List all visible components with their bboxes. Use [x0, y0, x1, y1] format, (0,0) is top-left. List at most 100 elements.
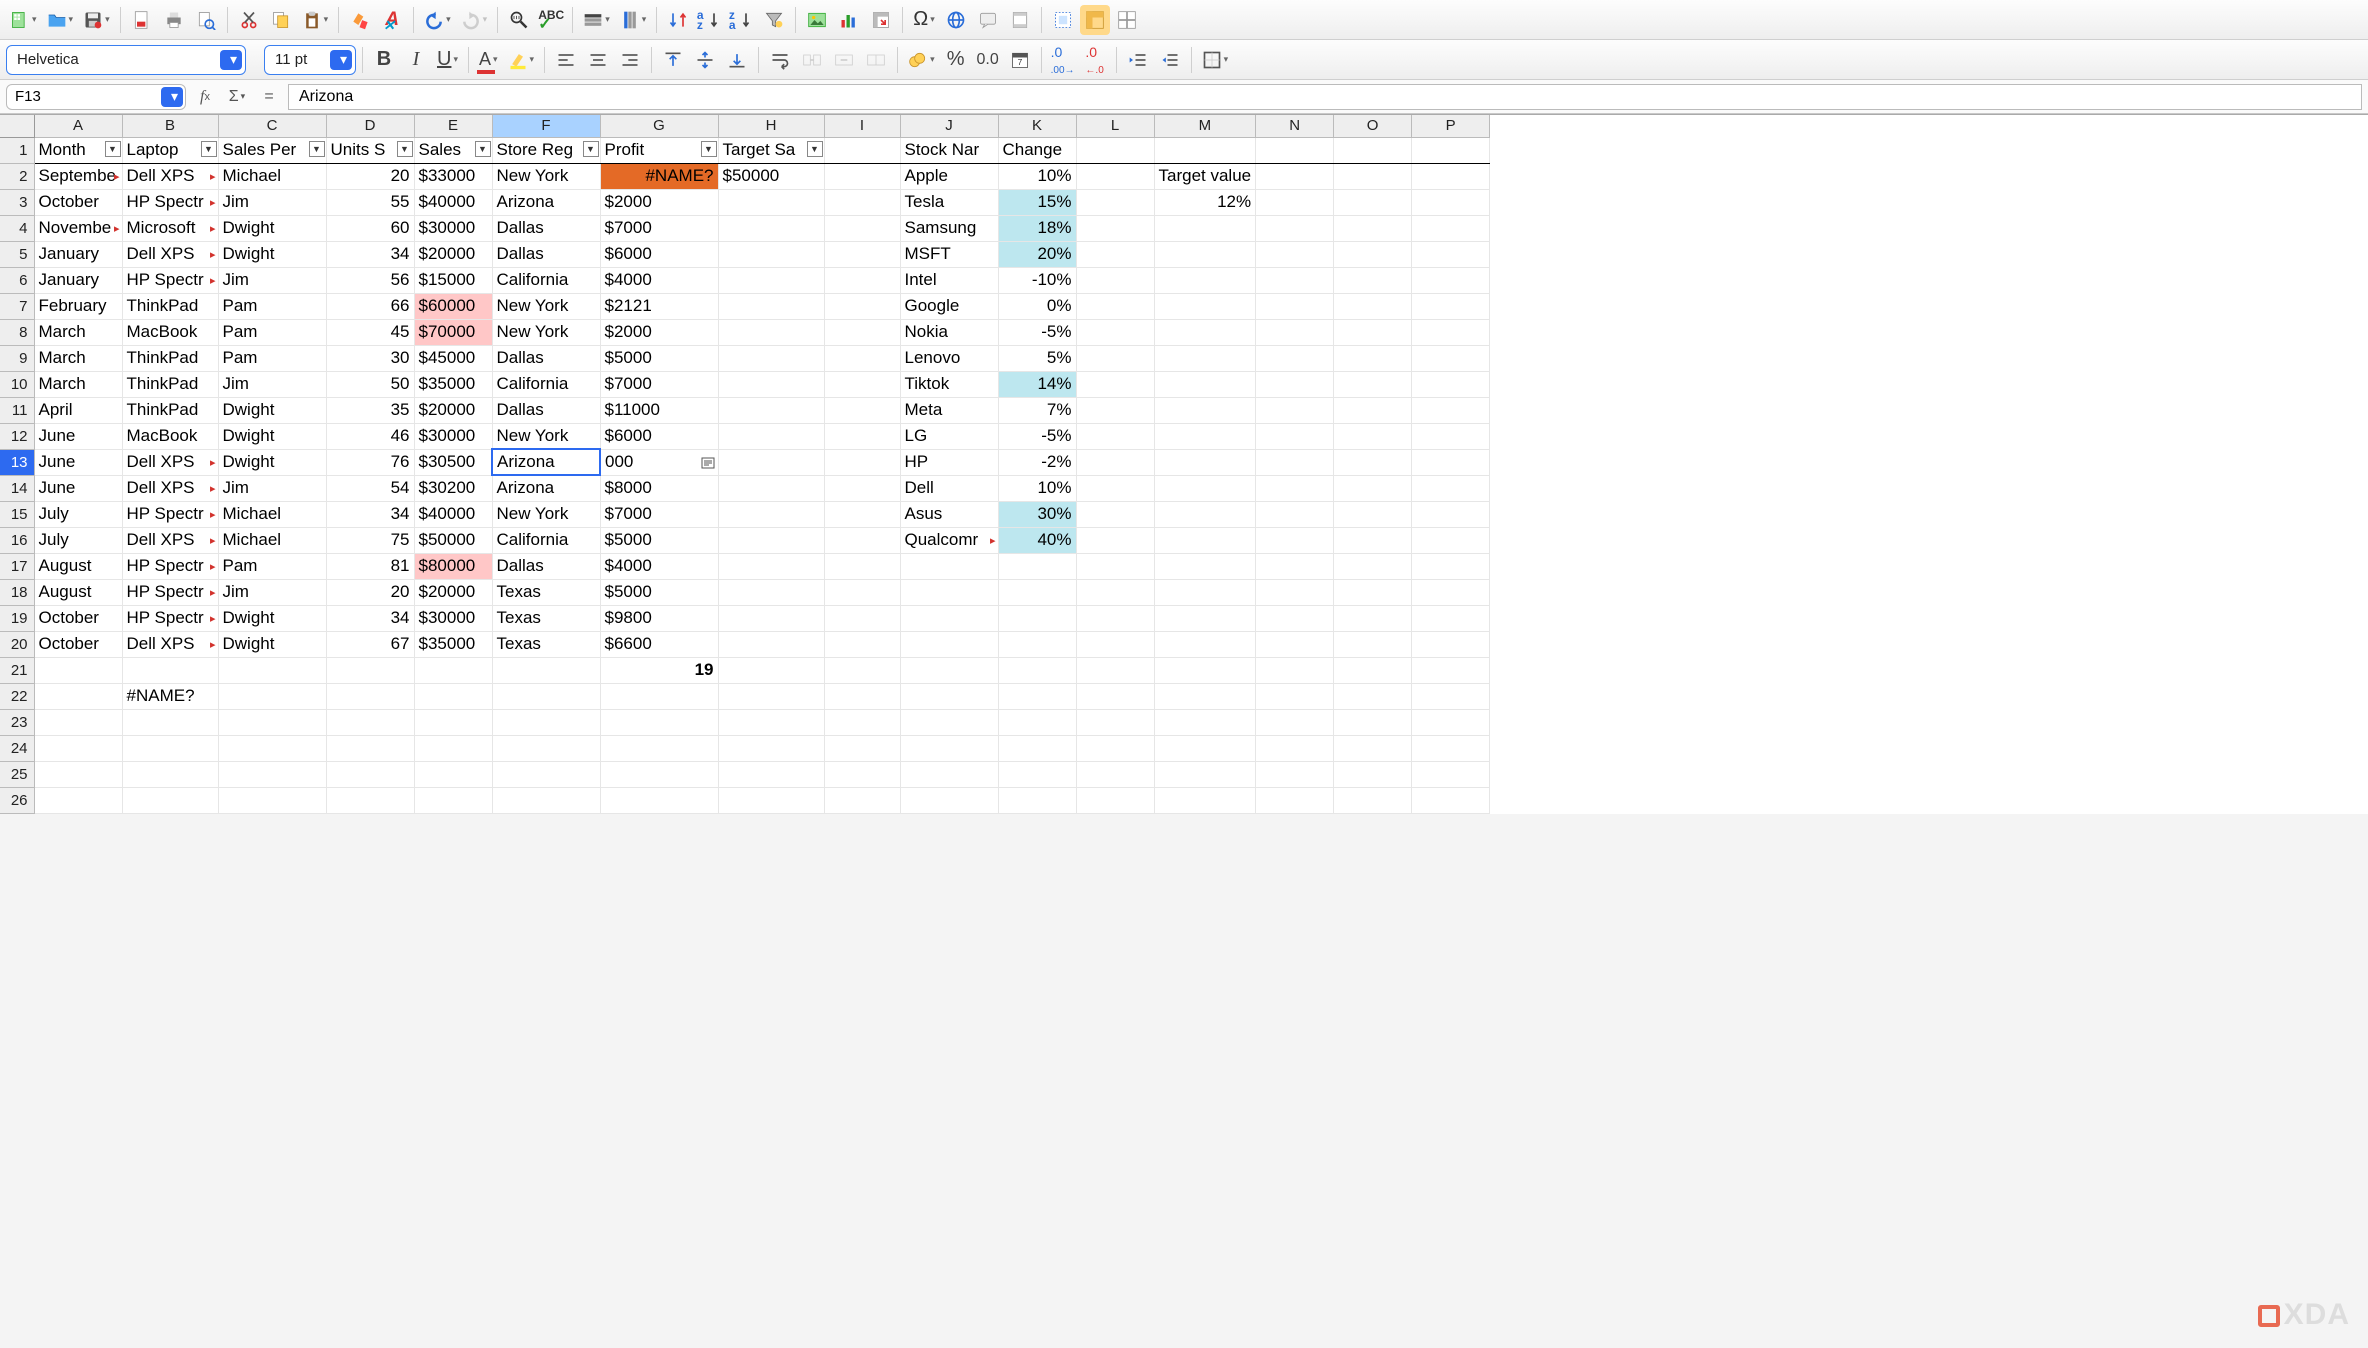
row-header-18[interactable]: 18: [0, 579, 34, 605]
cell-J11[interactable]: Meta: [900, 397, 998, 423]
cell-P26[interactable]: [1412, 787, 1490, 813]
cell-P23[interactable]: [1412, 709, 1490, 735]
select-all-corner[interactable]: [0, 115, 34, 137]
cell-O4[interactable]: [1334, 215, 1412, 241]
cell-E9[interactable]: $45000: [414, 345, 492, 371]
cell-G5[interactable]: $6000: [600, 241, 718, 267]
cell-N15[interactable]: [1256, 501, 1334, 527]
cell-B13[interactable]: Dell XPS▸: [122, 449, 218, 475]
column-header-G[interactable]: G: [600, 115, 718, 137]
cell-L25[interactable]: [1076, 761, 1154, 787]
cell-K2[interactable]: 10%: [998, 163, 1076, 189]
formula-input[interactable]: [288, 84, 2362, 110]
paste-button[interactable]: ▾: [298, 5, 333, 35]
autofilter-button[interactable]: [759, 5, 789, 35]
freeze-button[interactable]: [1080, 5, 1110, 35]
cell-A24[interactable]: [34, 735, 122, 761]
cell-G23[interactable]: [600, 709, 718, 735]
font-size-input[interactable]: [264, 45, 356, 75]
cell-A12[interactable]: June: [34, 423, 122, 449]
cell-P18[interactable]: [1412, 579, 1490, 605]
cell-B22[interactable]: #NAME?: [122, 683, 218, 709]
cell-G7[interactable]: $2121: [600, 293, 718, 319]
cell-H1[interactable]: Target Sas▼: [718, 137, 824, 163]
cell-F20[interactable]: Texas: [492, 631, 600, 657]
row-ops-button[interactable]: ▾: [579, 5, 614, 35]
cell-D17[interactable]: 81: [326, 553, 414, 579]
cell-H17[interactable]: [718, 553, 824, 579]
cell-M6[interactable]: [1154, 267, 1256, 293]
cell-D24[interactable]: [326, 735, 414, 761]
cell-M19[interactable]: [1154, 605, 1256, 631]
cell-C11[interactable]: Dwight: [218, 397, 326, 423]
cell-K13[interactable]: -2%: [998, 449, 1076, 475]
font-name-select[interactable]: [6, 45, 246, 75]
cell-L19[interactable]: [1076, 605, 1154, 631]
cell-O14[interactable]: [1334, 475, 1412, 501]
row-header-3[interactable]: 3: [0, 189, 34, 215]
cell-D3[interactable]: 55: [326, 189, 414, 215]
cell-F1[interactable]: Store Reg▼: [492, 137, 600, 163]
cell-H21[interactable]: [718, 657, 824, 683]
cell-M4[interactable]: [1154, 215, 1256, 241]
autofilter-dropdown[interactable]: ▼: [309, 141, 325, 157]
cell-K7[interactable]: 0%: [998, 293, 1076, 319]
cell-M10[interactable]: [1154, 371, 1256, 397]
row-header-9[interactable]: 9: [0, 345, 34, 371]
open-button[interactable]: ▾: [43, 5, 78, 35]
cell-P5[interactable]: [1412, 241, 1490, 267]
cell-L18[interactable]: [1076, 579, 1154, 605]
cell-F15[interactable]: New York: [492, 501, 600, 527]
cell-F7[interactable]: New York: [492, 293, 600, 319]
cell-I22[interactable]: [824, 683, 900, 709]
decrease-indent-button[interactable]: [1155, 45, 1185, 75]
cell-H20[interactable]: [718, 631, 824, 657]
cell-I1[interactable]: [824, 137, 900, 163]
cell-D8[interactable]: 45: [326, 319, 414, 345]
cell-M17[interactable]: [1154, 553, 1256, 579]
cell-L11[interactable]: [1076, 397, 1154, 423]
cell-I6[interactable]: [824, 267, 900, 293]
cell-J4[interactable]: Samsung: [900, 215, 998, 241]
column-header-C[interactable]: C: [218, 115, 326, 137]
cell-E7[interactable]: $60000: [414, 293, 492, 319]
row-header-5[interactable]: 5: [0, 241, 34, 267]
cell-G18[interactable]: $5000: [600, 579, 718, 605]
cell-N17[interactable]: [1256, 553, 1334, 579]
sort-button[interactable]: [663, 5, 693, 35]
row-header-17[interactable]: 17: [0, 553, 34, 579]
cell-H5[interactable]: [718, 241, 824, 267]
date-format-button[interactable]: 7: [1005, 45, 1035, 75]
cell-L10[interactable]: [1076, 371, 1154, 397]
cell-F5[interactable]: Dallas: [492, 241, 600, 267]
cell-C1[interactable]: Sales Per▼: [218, 137, 326, 163]
cell-A15[interactable]: July: [34, 501, 122, 527]
cell-H22[interactable]: [718, 683, 824, 709]
cell-P17[interactable]: [1412, 553, 1490, 579]
cell-K8[interactable]: -5%: [998, 319, 1076, 345]
cell-D12[interactable]: 46: [326, 423, 414, 449]
cell-L20[interactable]: [1076, 631, 1154, 657]
cell-K4[interactable]: 18%: [998, 215, 1076, 241]
cell-H25[interactable]: [718, 761, 824, 787]
cell-N2[interactable]: [1256, 163, 1334, 189]
cell-F19[interactable]: Texas: [492, 605, 600, 631]
cell-D6[interactable]: 56: [326, 267, 414, 293]
clone-formatting-button[interactable]: [345, 5, 375, 35]
cell-H23[interactable]: [718, 709, 824, 735]
cell-N18[interactable]: [1256, 579, 1334, 605]
cell-H7[interactable]: [718, 293, 824, 319]
cell-O15[interactable]: [1334, 501, 1412, 527]
cell-A21[interactable]: [34, 657, 122, 683]
cell-P1[interactable]: [1412, 137, 1490, 163]
cell-M21[interactable]: [1154, 657, 1256, 683]
cell-P8[interactable]: [1412, 319, 1490, 345]
cell-A4[interactable]: Novembe▸: [34, 215, 122, 241]
cell-A6[interactable]: January: [34, 267, 122, 293]
cell-A20[interactable]: October: [34, 631, 122, 657]
cell-D14[interactable]: 54: [326, 475, 414, 501]
cell-N11[interactable]: [1256, 397, 1334, 423]
cell-A11[interactable]: April: [34, 397, 122, 423]
cell-P6[interactable]: [1412, 267, 1490, 293]
cell-B14[interactable]: Dell XPS▸: [122, 475, 218, 501]
